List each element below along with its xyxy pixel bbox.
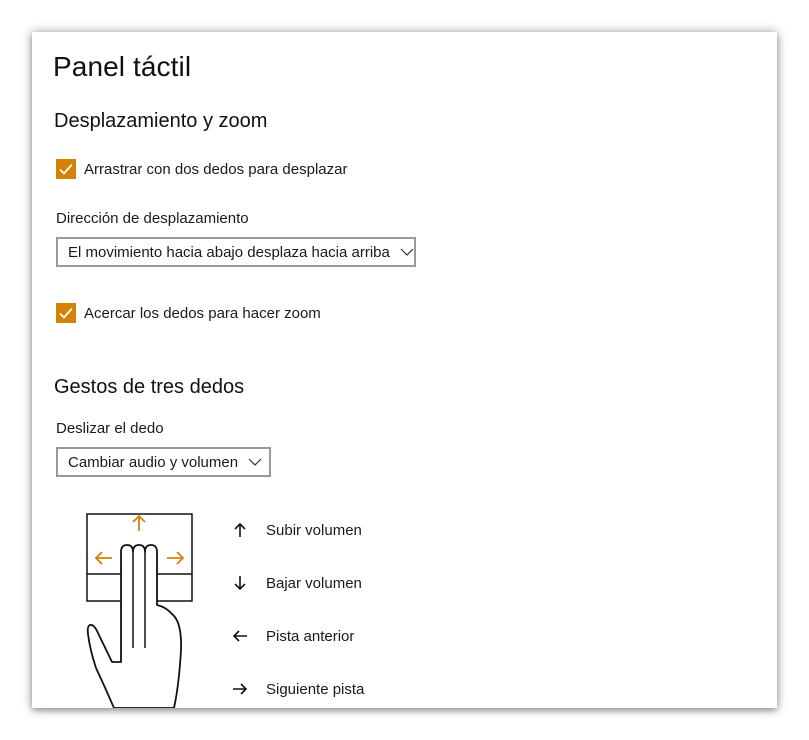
gesture-label: Pista anterior [266,627,355,645]
section-heading-three-finger: Gestos de tres dedos [54,376,245,398]
scroll-direction-dropdown[interactable]: El movimiento hacia abajo desplaza hacia… [56,237,416,267]
scroll-direction-value: El movimiento hacia abajo desplaza hacia… [68,243,390,261]
gesture-label: Siguiente pista [266,680,365,698]
swipe-value: Cambiar audio y volumen [68,453,239,471]
arrow-up-icon [230,522,250,538]
gesture-label: Subir volumen [266,521,362,539]
arrow-right-icon [230,682,250,696]
checkbox-checked-icon[interactable] [56,159,76,179]
chevron-down-icon [400,248,414,256]
swipe-dropdown[interactable]: Cambiar audio y volumen [56,447,271,477]
scroll-direction-label: Dirección de desplazamiento [56,210,249,227]
checkbox-checked-icon[interactable] [56,303,76,323]
touchpad-hand-illustration [82,510,212,708]
two-finger-scroll-label: Arrastrar con dos dedos para desplazar [84,160,348,178]
section-heading-scroll-zoom: Desplazamiento y zoom [54,110,268,132]
gesture-label: Bajar volumen [266,574,362,592]
two-finger-scroll-checkbox[interactable]: Arrastrar con dos dedos para desplazar [56,158,347,180]
gesture-item-left: Pista anterior [230,625,354,647]
swipe-label: Deslizar el dedo [56,420,164,437]
settings-window: Panel táctil Desplazamiento y zoom Arras… [32,32,777,708]
pinch-zoom-label: Acercar los dedos para hacer zoom [84,304,321,322]
chevron-down-icon [248,458,262,466]
arrow-down-icon [230,575,250,591]
gesture-item-right: Siguiente pista [230,678,364,700]
pinch-zoom-checkbox[interactable]: Acercar los dedos para hacer zoom [56,302,321,324]
arrow-left-icon [230,629,250,643]
page-title: Panel táctil [53,51,192,82]
gesture-item-down: Bajar volumen [230,572,362,594]
gesture-item-up: Subir volumen [230,519,362,541]
